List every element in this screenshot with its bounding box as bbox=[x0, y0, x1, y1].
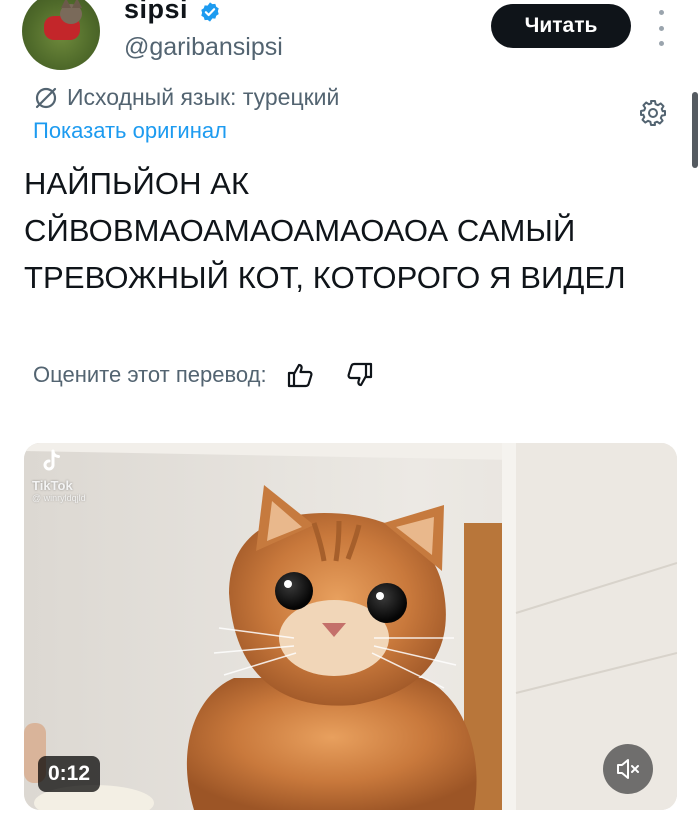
gear-icon[interactable] bbox=[638, 98, 668, 128]
avatar-cat-ear bbox=[72, 0, 82, 8]
rate-translation-label: Оцените этот перевод: bbox=[33, 362, 267, 387]
tiktok-logo-icon bbox=[43, 449, 60, 471]
show-original-link[interactable]: Показать оригинал bbox=[33, 118, 227, 144]
thumb-up-icon[interactable] bbox=[285, 360, 315, 390]
more-vertical-icon[interactable] bbox=[650, 10, 672, 46]
more-dot bbox=[658, 25, 664, 31]
more-dot bbox=[658, 10, 664, 15]
avatar-cat-ear bbox=[61, 0, 71, 8]
video-player[interactable]: TikTok @ winryldqjld 0:12 bbox=[24, 443, 677, 810]
translate-icon bbox=[35, 87, 57, 108]
speaker-muted-icon bbox=[617, 759, 639, 779]
source-language-text: Исходный язык: турецкий bbox=[67, 84, 340, 110]
video-duration-badge: 0:12 bbox=[38, 756, 101, 792]
tiktok-username: @ winryldqjld bbox=[32, 493, 86, 503]
follow-button[interactable]: Читать bbox=[491, 4, 631, 48]
tiktok-brand-text: TikTok bbox=[32, 478, 73, 493]
thumb-down-icon[interactable] bbox=[345, 360, 375, 390]
tiktok-watermark: TikTok @ winryldqjld bbox=[30, 447, 86, 503]
rate-translation: Оцените этот перевод: bbox=[33, 360, 375, 390]
translation-info: Исходный язык: турецкий bbox=[33, 84, 339, 111]
display-name[interactable]: sipsi bbox=[124, 0, 188, 25]
avatar[interactable] bbox=[22, 0, 100, 70]
mute-button[interactable] bbox=[603, 744, 653, 794]
scrollbar[interactable] bbox=[692, 92, 698, 168]
more-dot bbox=[658, 41, 664, 46]
tweet-text: НАЙПЬЙОН АК СЙВОВМАОАМАОАМАОАОА САМЫЙ ТР… bbox=[24, 166, 626, 295]
user-handle[interactable]: @garibansipsi bbox=[124, 33, 283, 62]
video-frame-cat bbox=[24, 443, 677, 810]
verified-badge-icon bbox=[201, 2, 219, 22]
